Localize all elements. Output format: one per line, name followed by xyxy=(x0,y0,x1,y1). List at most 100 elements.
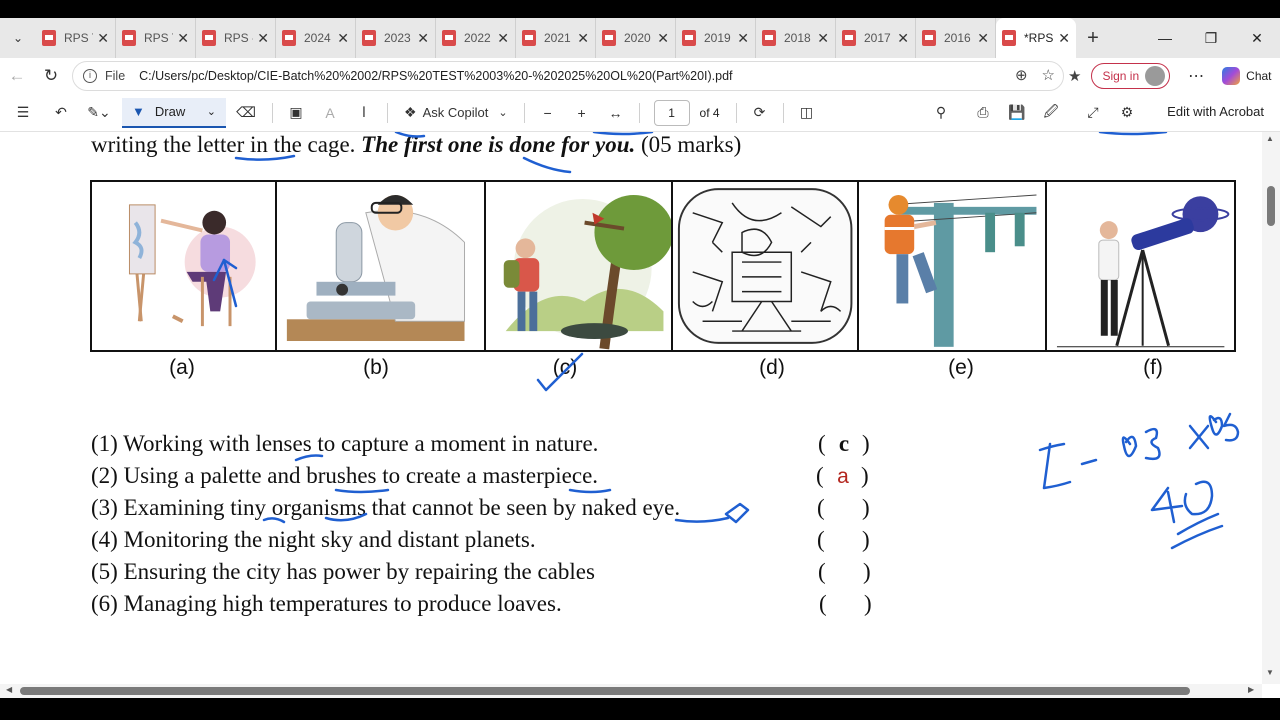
draw-pen-icon: ▼ xyxy=(132,104,145,119)
cage-close: ) xyxy=(861,463,869,488)
undo-icon[interactable]: ↶ xyxy=(46,98,76,128)
tab-3[interactable]: 2024 ✕ xyxy=(276,18,356,58)
zoom-in-icon[interactable]: + xyxy=(565,98,599,128)
tab-0[interactable]: RPS T ✕ xyxy=(36,18,116,58)
close-tab-icon[interactable]: ✕ xyxy=(337,30,349,47)
close-tab-icon[interactable]: ✕ xyxy=(977,30,989,47)
rotate-icon[interactable]: ⟳ xyxy=(743,98,777,128)
scroll-up-icon[interactable]: ▲ xyxy=(1266,134,1274,143)
close-tab-icon[interactable]: ✕ xyxy=(417,30,429,47)
tab-11[interactable]: 2016 ✕ xyxy=(916,18,996,58)
tab-10[interactable]: 2017 ✕ xyxy=(836,18,916,58)
read-aloud-icon[interactable]: ا xyxy=(347,98,381,128)
close-tab-icon[interactable]: ✕ xyxy=(737,30,749,47)
print-icon[interactable]: ⎙ xyxy=(970,98,996,128)
scroll-down-icon[interactable]: ▼ xyxy=(1266,668,1274,677)
copilot-chat-button[interactable]: Chat xyxy=(1222,67,1272,85)
instruction-text: writing the letter in the cage. xyxy=(91,132,362,157)
scroll-right-icon[interactable]: ▶ xyxy=(1248,685,1254,694)
tab-4[interactable]: 2023 ✕ xyxy=(356,18,436,58)
settings-gear-icon[interactable]: ⚙ xyxy=(1114,98,1140,128)
tab-9[interactable]: 2018 ✕ xyxy=(756,18,836,58)
picture-microscope-scientist xyxy=(277,182,486,350)
restore-icon[interactable]: ❐ xyxy=(1188,18,1234,58)
instruction-marks: (05 marks) xyxy=(635,132,742,157)
save-as-icon[interactable]: 🖉 xyxy=(1038,98,1064,128)
close-tab-icon[interactable]: ✕ xyxy=(1058,30,1070,47)
close-tab-icon[interactable]: ✕ xyxy=(177,30,189,47)
tab-label: 2019 xyxy=(704,31,731,45)
ask-copilot-button[interactable]: ❖ Ask Copilot ⌄ xyxy=(394,98,518,128)
search-icon[interactable]: ⚲ xyxy=(928,98,954,128)
draw-button[interactable]: ▼ Draw ⌄ xyxy=(122,97,226,128)
caption-a: (a) xyxy=(169,356,195,379)
url-text: C:/Users/pc/Desktop/CIE-Batch%20%2002/RP… xyxy=(139,69,733,83)
horizontal-scroll-thumb[interactable] xyxy=(20,687,1190,695)
close-tab-icon[interactable]: ✕ xyxy=(817,30,829,47)
horizontal-scrollbar[interactable]: ◀ ▶ xyxy=(0,684,1262,698)
new-tab-plus-icon[interactable]: + xyxy=(1076,27,1110,50)
address-actions: ⊕ ☆ xyxy=(1015,66,1055,84)
info-icon[interactable]: i xyxy=(83,69,97,83)
tab-active[interactable]: *RPS ✕ xyxy=(996,18,1076,58)
close-tab-icon[interactable]: ✕ xyxy=(497,30,509,47)
pdf-file-icon xyxy=(522,30,536,46)
pdf-file-icon xyxy=(762,30,776,46)
edit-with-acrobat-button[interactable]: Edit with Acrobat xyxy=(1167,104,1264,119)
favorites-icon[interactable]: ★ xyxy=(1068,67,1081,85)
tab-5[interactable]: 2022 ✕ xyxy=(436,18,516,58)
close-tab-icon[interactable]: ✕ xyxy=(97,30,109,47)
question-4: (4) Monitoring the night sky and distant… xyxy=(91,527,536,552)
more-options-icon[interactable]: ⋯ xyxy=(1180,66,1212,86)
address-input[interactable]: i File C:/Users/pc/Desktop/CIE-Batch%20%… xyxy=(72,61,1064,91)
fullscreen-icon[interactable]: ⤢ xyxy=(1080,98,1106,128)
pdf-file-icon xyxy=(362,30,376,46)
chevron-down-icon: ⌄ xyxy=(206,106,216,118)
minimize-icon[interactable]: — xyxy=(1142,18,1188,58)
tab-8[interactable]: 2019 ✕ xyxy=(676,18,756,58)
fit-page-icon[interactable]: ↔ xyxy=(599,98,633,128)
zoom-out-icon[interactable]: − xyxy=(531,98,565,128)
save-icon[interactable]: 💾 xyxy=(1004,98,1030,128)
sign-in-label: Sign in xyxy=(1102,69,1140,83)
tab-2[interactable]: RPS - ✕ xyxy=(196,18,276,58)
pdf-file-icon xyxy=(922,30,936,46)
close-tab-icon[interactable]: ✕ xyxy=(577,30,589,47)
sign-in-button[interactable]: Sign in xyxy=(1091,63,1171,89)
text-box-icon[interactable]: ▣ xyxy=(279,98,313,128)
tab-label: 2017 xyxy=(864,31,891,45)
eraser-icon[interactable]: ⌫ xyxy=(226,98,266,128)
tab-6[interactable]: 2021 ✕ xyxy=(516,18,596,58)
caption-b: (b) xyxy=(363,356,389,379)
tab-7[interactable]: 2020 ✕ xyxy=(596,18,676,58)
picture-painter xyxy=(92,182,278,350)
pdf-page-view[interactable]: writing the letter in the cage. The firs… xyxy=(0,132,1262,684)
tab-label: *RPS xyxy=(1024,31,1054,45)
text-style-icon[interactable]: A xyxy=(313,98,347,128)
cage-open: ( xyxy=(817,527,825,552)
close-tab-icon[interactable]: ✕ xyxy=(257,30,269,47)
page-view-icon[interactable]: ◫ xyxy=(790,98,824,128)
refresh-icon[interactable]: ↻ xyxy=(34,60,68,92)
close-tab-icon[interactable]: ✕ xyxy=(897,30,909,47)
highlight-icon[interactable]: ✎⌄ xyxy=(76,98,122,128)
close-window-icon[interactable]: ✕ xyxy=(1234,18,1280,58)
scroll-left-icon[interactable]: ◀ xyxy=(6,685,12,694)
page-number-input[interactable]: 1 xyxy=(653,99,690,126)
screen-top-border xyxy=(0,0,1280,18)
favorite-star-icon[interactable]: ☆ xyxy=(1042,66,1055,84)
vertical-scroll-thumb[interactable] xyxy=(1267,186,1275,226)
zoom-icon[interactable]: ⊕ xyxy=(1015,66,1028,84)
back-arrow-icon[interactable]: ← xyxy=(0,60,34,92)
pdf-file-icon xyxy=(602,30,616,46)
vertical-scrollbar[interactable]: ▲ ▼ xyxy=(1262,132,1280,684)
answer-1: c xyxy=(838,431,850,456)
tab-actions-menu-icon[interactable]: ⌄ xyxy=(0,18,36,58)
cage-open: ( xyxy=(817,495,825,520)
tab-label: 2022 xyxy=(464,31,491,45)
tab-1[interactable]: RPS T ✕ xyxy=(116,18,196,58)
toolbar-divider xyxy=(735,102,737,123)
contents-list-icon[interactable]: ☰ xyxy=(0,98,46,128)
avatar xyxy=(1145,66,1166,86)
close-tab-icon[interactable]: ✕ xyxy=(657,30,669,47)
